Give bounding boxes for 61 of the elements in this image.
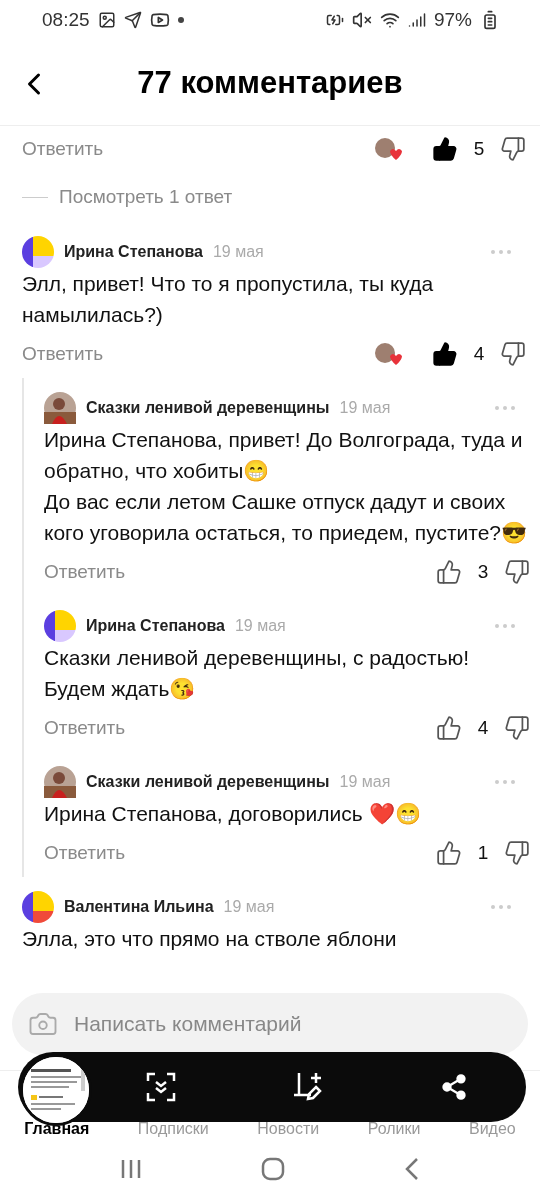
reply-button[interactable]: Ответить xyxy=(22,138,104,160)
comment-text: Ирина Степанова, договорились ❤😁 xyxy=(44,801,422,827)
recent-apps-icon[interactable] xyxy=(119,1158,142,1180)
comment-input[interactable]: Написать комментарий xyxy=(72,1011,512,1037)
scroll-capture-icon[interactable] xyxy=(146,1072,176,1102)
like-button[interactable] xyxy=(436,840,462,866)
author-name[interactable]: Ирина Степанова xyxy=(64,243,203,261)
like-button[interactable] xyxy=(432,341,458,367)
view-replies-link[interactable]: Посмотреть 1 ответ xyxy=(22,172,233,222)
comment-date: 19 мая xyxy=(212,243,264,261)
dislike-button[interactable] xyxy=(504,715,530,741)
dislike-button[interactable] xyxy=(500,341,526,367)
wifi-icon xyxy=(379,10,400,30)
comment-date: 19 мая xyxy=(234,617,286,635)
home-icon[interactable] xyxy=(261,1157,285,1181)
dislike-button[interactable] xyxy=(504,559,530,585)
reply-button[interactable]: Ответить xyxy=(44,561,126,583)
nav-tab[interactable]: Новости xyxy=(257,1120,320,1138)
back-icon[interactable] xyxy=(404,1157,421,1181)
comment-date: 19 мая xyxy=(223,898,275,916)
like-count: 5 xyxy=(472,138,486,160)
like-button[interactable] xyxy=(436,715,462,741)
nav-tab[interactable]: Главная xyxy=(24,1120,90,1138)
nav-tab[interactable]: Подписки xyxy=(137,1120,209,1138)
battery-level: 97% xyxy=(433,9,472,31)
author-name[interactable]: Сказки ленивой деревенщины xyxy=(86,773,330,791)
clock: 08:25 xyxy=(42,9,90,31)
like-count: 4 xyxy=(472,343,486,365)
reaction-icon xyxy=(374,342,402,366)
dislike-button[interactable] xyxy=(500,136,526,162)
nav-tab[interactable]: Ролики xyxy=(367,1120,421,1138)
send-icon xyxy=(123,11,142,29)
signal-icon xyxy=(407,11,426,29)
reply-button[interactable]: Ответить xyxy=(22,343,104,365)
comment-text: Ирина Степанова, привет! До Волгограда, туда и обратно, что хобиты😁 До вас если летом Сашке отпуск дадут и своих кого уговорила остаться, то приедем, пустите?😎 xyxy=(44,427,528,546)
comment-text: Сказки ленивой деревенщины, с радостью! Будем ждать😘 xyxy=(44,645,471,702)
comment-text: Элл, привет! Что то я пропустила, ты куда намылилась?) xyxy=(22,271,435,328)
reaction-icon xyxy=(374,137,402,161)
like-count: 1 xyxy=(476,842,490,864)
comment-text: Элла, это что прямо на стволе яблони xyxy=(22,926,398,952)
mute-icon xyxy=(351,10,372,30)
like-count: 3 xyxy=(476,561,490,583)
author-name[interactable]: Сказки ленивой деревенщины xyxy=(86,399,330,417)
author-name[interactable]: Валентина Ильина xyxy=(64,898,214,916)
video-icon xyxy=(149,10,170,30)
image-icon xyxy=(97,11,116,29)
reply-button[interactable]: Ответить xyxy=(44,842,126,864)
like-button[interactable] xyxy=(432,136,458,162)
share-icon[interactable] xyxy=(440,1073,468,1101)
crop-edit-icon[interactable] xyxy=(292,1071,324,1103)
comment-date: 19 мая xyxy=(339,399,391,417)
dislike-button[interactable] xyxy=(504,840,530,866)
nav-tab[interactable]: Видео xyxy=(469,1120,516,1138)
dot-icon xyxy=(177,17,184,23)
like-count: 4 xyxy=(476,717,490,739)
like-button[interactable] xyxy=(436,559,462,585)
reply-button[interactable]: Ответить xyxy=(44,717,126,739)
author-name[interactable]: Ирина Степанова xyxy=(86,617,225,635)
comment-date: 19 мая xyxy=(339,773,391,791)
comment-field[interactable]: Написать комментарий xyxy=(12,993,528,1055)
page-title: 77 комментариев xyxy=(137,64,403,101)
